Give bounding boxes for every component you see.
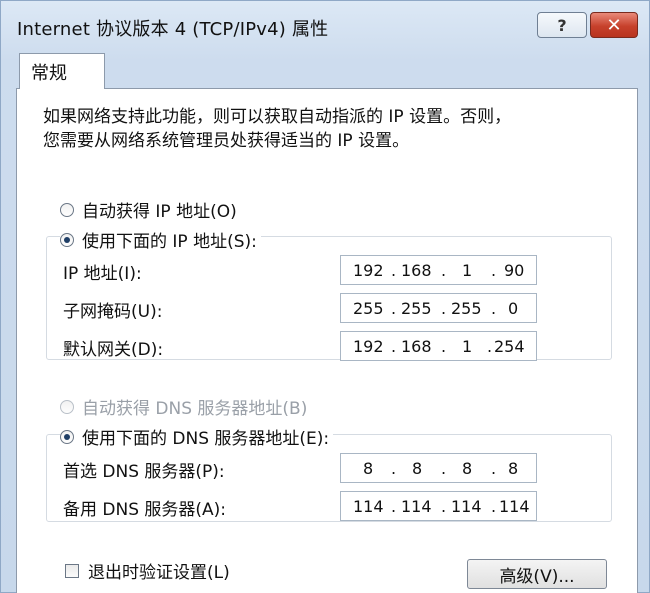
subnet-mask-label: 子网掩码(U): [63, 302, 163, 322]
pdns-dot-3: . [491, 459, 497, 478]
auto-dns-radio-row[interactable]: 自动获得 DNS 服务器地址(B) [60, 394, 307, 419]
pdns-dot-2: . [441, 459, 447, 478]
adns-octet-1: 114 [353, 497, 384, 516]
ip-octet-4: 90 [504, 261, 525, 280]
ip-octet-2: 168 [401, 261, 432, 280]
gw-dot-2: . [441, 337, 447, 356]
advanced-button-label: 高级(V)... [499, 566, 575, 587]
auto-dns-radio[interactable] [60, 399, 74, 414]
manual-ip-radio[interactable] [60, 232, 74, 247]
preferred-dns-input[interactable]: 8 . 8 . 8 . 8 [340, 453, 537, 483]
auto-dns-label: 自动获得 DNS 服务器地址(B) [82, 399, 308, 419]
manual-ip-label: 使用下面的 IP 地址(S): [82, 232, 257, 252]
advanced-button[interactable]: 高级(V)... [467, 559, 607, 589]
description-line-2: 您需要从网络系统管理员处获得适当的 IP 设置。 [43, 131, 410, 151]
description-line-1: 如果网络支持此功能，则可以获取自动指派的 IP 设置。否则， [43, 107, 512, 127]
gw-octet-4: 254 [494, 337, 525, 356]
default-gateway-label: 默认网关(D): [63, 340, 164, 360]
manual-dns-radio-row[interactable]: 使用下面的 DNS 服务器地址(E): [60, 424, 334, 449]
mask-dot-3: . [491, 299, 497, 318]
subnet-mask-input[interactable]: 255 . 255 . 255 . 0 [340, 293, 537, 323]
adns-octet-2: 114 [401, 497, 432, 516]
window-title: Internet 协议版本 4 (TCP/IPv4) 属性 [17, 19, 329, 40]
mask-octet-2: 255 [401, 299, 432, 318]
close-button[interactable]: ✕ [590, 12, 638, 38]
alternate-dns-label: 备用 DNS 服务器(A): [63, 500, 227, 520]
mask-octet-1: 255 [353, 299, 384, 318]
adns-dot-1: . [391, 497, 397, 516]
adns-dot-2: . [441, 497, 447, 516]
pdns-octet-4: 8 [508, 459, 519, 478]
manual-dns-radio[interactable] [60, 429, 74, 444]
auto-ip-radio-row[interactable]: 自动获得 IP 地址(O) [60, 197, 237, 222]
gw-octet-3: 1 [462, 337, 473, 356]
gw-dot-1: . [391, 337, 397, 356]
adns-dot-3: . [491, 497, 497, 516]
tab-general[interactable]: 常规 [19, 53, 105, 89]
description-text: 如果网络支持此功能，则可以获取自动指派的 IP 设置。否则， 您需要从网络系统管… [43, 105, 603, 153]
ip-dot-1: . [391, 261, 397, 280]
pdns-octet-1: 8 [363, 459, 374, 478]
gw-octet-2: 168 [401, 337, 432, 356]
ip-octet-3: 1 [462, 261, 473, 280]
help-button[interactable]: ? [537, 12, 587, 38]
pdns-octet-3: 8 [462, 459, 473, 478]
manual-dns-label: 使用下面的 DNS 服务器地址(E): [82, 429, 330, 449]
ip-address-label: IP 地址(I): [63, 264, 142, 284]
ip-dot-2: . [441, 261, 447, 280]
manual-ip-radio-row[interactable]: 使用下面的 IP 地址(S): [60, 227, 261, 252]
close-icon: ✕ [606, 14, 622, 36]
preferred-dns-label: 首选 DNS 服务器(P): [63, 462, 225, 482]
mask-octet-4: 0 [508, 299, 519, 318]
pdns-octet-2: 8 [412, 459, 423, 478]
help-icon: ? [557, 15, 567, 35]
validate-on-exit-label: 退出时验证设置(L) [88, 563, 230, 583]
tab-general-label: 常规 [31, 62, 67, 84]
ip-dot-3: . [491, 261, 497, 280]
pdns-dot-1: . [391, 459, 397, 478]
ip-octet-1: 192 [353, 261, 384, 280]
auto-ip-radio[interactable] [60, 202, 74, 217]
adns-octet-3: 114 [451, 497, 482, 516]
ip-address-input[interactable]: 192 . 168 . 1 . 90 [340, 255, 537, 285]
auto-ip-label: 自动获得 IP 地址(O) [82, 202, 237, 222]
gw-octet-1: 192 [353, 337, 384, 356]
validate-on-exit-row[interactable]: 退出时验证设置(L) [65, 558, 230, 583]
adns-octet-4: 114 [499, 497, 530, 516]
gw-dot-3: . [487, 337, 493, 356]
alternate-dns-input[interactable]: 114 . 114 . 114 . 114 [340, 491, 537, 521]
mask-octet-3: 255 [451, 299, 482, 318]
mask-dot-1: . [391, 299, 397, 318]
default-gateway-input[interactable]: 192 . 168 . 1 . 254 [340, 331, 537, 361]
mask-dot-2: . [441, 299, 447, 318]
validate-on-exit-checkbox[interactable] [65, 563, 79, 578]
